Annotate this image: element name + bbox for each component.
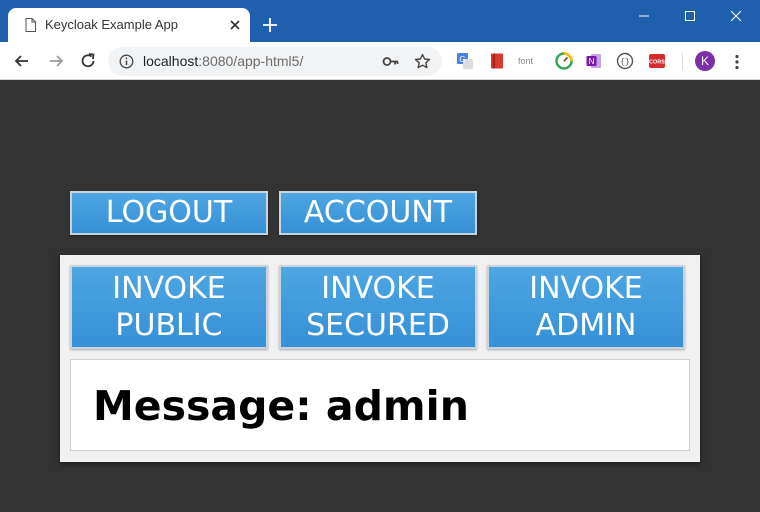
address-bar[interactable]: localhost:8080/app-html5/ <box>108 47 442 76</box>
forward-arrow-icon[interactable] <box>46 51 66 71</box>
invoke-public-button[interactable]: INVOKE PUBLIC <box>70 265 268 349</box>
invoke-public-line2: PUBLIC <box>115 308 223 343</box>
invoke-public-line1: INVOKE <box>112 271 226 306</box>
close-window-icon[interactable] <box>716 4 756 28</box>
new-tab-icon[interactable] <box>260 15 280 35</box>
json-extension-icon[interactable]: {} <box>616 52 634 70</box>
logout-button[interactable]: LOGOUT <box>70 191 268 235</box>
translate-extension-icon[interactable]: G <box>456 52 474 70</box>
browser-tab[interactable]: Keycloak Example App <box>8 8 250 42</box>
svg-text:N: N <box>589 57 595 66</box>
invoke-secured-line2: SECURED <box>306 308 450 343</box>
maximize-icon[interactable] <box>670 4 710 28</box>
kebab-menu-icon[interactable] <box>730 53 744 71</box>
url-host: localhost <box>143 53 199 69</box>
cors-label: CORS <box>649 60 665 66</box>
book-extension-icon[interactable] <box>488 52 506 70</box>
message-box: Message: admin <box>70 359 690 451</box>
font-extension-icon[interactable]: font <box>518 56 542 74</box>
invoke-admin-line1: INVOKE <box>529 271 643 306</box>
reload-icon[interactable] <box>78 51 98 71</box>
browser-titlebar: Keycloak Example App <box>0 0 760 42</box>
invoke-panel: INVOKE PUBLIC INVOKE SECURED INVOKE ADMI… <box>60 255 700 462</box>
invoke-secured-line1: INVOKE <box>321 271 435 306</box>
account-button[interactable]: ACCOUNT <box>279 191 477 235</box>
svg-text:{}: {} <box>620 58 630 67</box>
invoke-admin-button[interactable]: INVOKE ADMIN <box>487 265 685 349</box>
bookmark-star-icon[interactable] <box>414 53 431 70</box>
info-icon[interactable] <box>119 54 134 69</box>
svg-text:G: G <box>459 55 465 64</box>
invoke-secured-button[interactable]: INVOKE SECURED <box>279 265 477 349</box>
minimize-icon[interactable] <box>624 4 664 28</box>
browser-toolbar: localhost:8080/app-html5/ G font N {} CO… <box>0 42 760 80</box>
close-tab-icon[interactable] <box>226 16 244 34</box>
invoke-admin-line2: ADMIN <box>535 308 637 343</box>
cors-extension-icon[interactable]: CORS <box>648 52 666 70</box>
url-text[interactable]: localhost:8080/app-html5/ <box>143 53 303 70</box>
toolbar-divider <box>682 53 683 70</box>
url-path: :8080/app-html5/ <box>198 53 304 69</box>
onenote-extension-icon[interactable]: N <box>585 52 603 70</box>
profile-avatar[interactable]: K <box>695 51 715 71</box>
key-icon[interactable] <box>382 54 400 69</box>
tab-title: Keycloak Example App <box>45 17 178 32</box>
page-icon <box>25 18 36 32</box>
message-text: Message: admin <box>93 382 469 430</box>
back-arrow-icon[interactable] <box>12 51 32 71</box>
page-content: LOGOUT ACCOUNT INVOKE PUBLIC INVOKE SECU… <box>0 81 760 512</box>
speed-extension-icon[interactable] <box>555 52 573 70</box>
